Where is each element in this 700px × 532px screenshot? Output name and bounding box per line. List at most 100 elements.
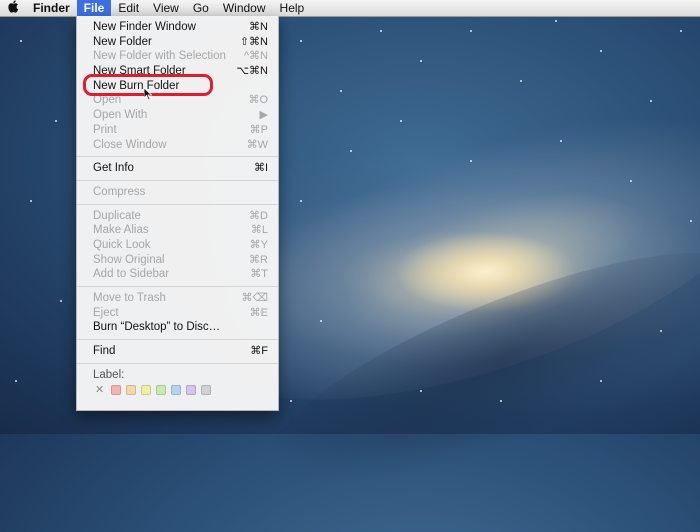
star — [680, 30, 682, 32]
x-icon[interactable]: ✕ — [95, 383, 104, 396]
menu-separator — [77, 179, 278, 181]
menu-item-make-alias: Make Alias ⌘L — [77, 223, 278, 238]
menu-item-shortcut: ⌘L — [250, 224, 268, 237]
menu-window[interactable]: Window — [216, 0, 273, 16]
star — [470, 160, 472, 162]
menu-separator — [77, 203, 278, 205]
menu-item-new-smart-folder[interactable]: New Smart Folder ⌥⌘N — [77, 64, 278, 79]
menu-item-label: New Folder with Selection — [93, 50, 226, 63]
star — [320, 320, 322, 322]
menu-item-shortcut: ⌘P — [249, 123, 268, 136]
menu-item-print: Print ⌘P — [77, 123, 278, 138]
star — [520, 80, 522, 82]
menu-finder[interactable]: Finder — [26, 0, 77, 16]
menu-item-label: Add to Sidebar — [93, 268, 170, 281]
star — [600, 380, 602, 382]
star — [400, 120, 402, 122]
label-color-swatch[interactable] — [111, 384, 122, 395]
menu-item-open: Open ⌘O — [77, 93, 278, 108]
menu-item-label: Close Window — [93, 138, 167, 151]
menu-item-compress: Compress — [77, 185, 278, 200]
star — [20, 40, 22, 42]
menu-view[interactable]: View — [146, 0, 186, 16]
menu-item-add-to-sidebar: Add to Sidebar ⌘T — [77, 267, 278, 282]
label-color-swatch[interactable] — [201, 384, 212, 395]
menu-item-shortcut: ⌘T — [250, 268, 268, 281]
star — [350, 150, 352, 152]
menu-separator — [77, 362, 278, 364]
menu-item-shortcut: ⌘O — [248, 94, 268, 107]
menu-item-label: New Finder Window — [93, 21, 196, 33]
star — [340, 90, 342, 92]
menu-item-label: Get Info — [93, 162, 134, 175]
menu-item-shortcut: ⌘D — [249, 209, 268, 222]
menu-item-shortcut: ⌘I — [253, 162, 268, 175]
menu-item-move-to-trash: Move to Trash ⌘⌫ — [77, 291, 278, 306]
label-color-swatch[interactable] — [186, 384, 197, 395]
star — [300, 200, 302, 202]
menu-item-new-burn-folder[interactable]: New Burn Folder — [77, 79, 278, 94]
menu-item-new-finder-window[interactable]: New Finder Window ⌘N — [77, 20, 278, 35]
menu-separator — [77, 156, 278, 158]
menu-item-label: Compress — [93, 185, 146, 198]
mouse-cursor-icon — [144, 88, 152, 100]
star — [420, 390, 422, 392]
menu-item-label: Make Alias — [93, 224, 149, 237]
menu-item-label: Show Original — [93, 253, 165, 266]
label-color-swatch[interactable] — [156, 384, 167, 395]
star — [560, 140, 562, 142]
label-color-picker: ✕ — [77, 382, 278, 398]
star — [420, 60, 422, 62]
menu-item-shortcut: ⌘W — [246, 138, 268, 151]
menu-item-shortcut: ⌘N — [249, 21, 268, 33]
menu-item-shortcut: ▶ — [259, 109, 268, 122]
menu-item-shortcut: ⇧⌘N — [239, 35, 268, 48]
star — [380, 30, 382, 32]
menu-item-shortcut: ⌘R — [249, 253, 268, 266]
label-color-swatch[interactable] — [171, 384, 182, 395]
star — [660, 330, 662, 332]
menu-item-find[interactable]: Find ⌘F — [77, 344, 278, 359]
label-color-swatch[interactable] — [126, 384, 137, 395]
menu-item-open-with: Open With ▶ — [77, 108, 278, 123]
apple-logo-icon[interactable] — [0, 0, 26, 16]
menu-item-shortcut: ⌘⌫ — [241, 292, 268, 304]
star — [290, 400, 292, 402]
star — [650, 100, 652, 102]
menu-item-shortcut: ⌘E — [249, 306, 268, 319]
menu-item-new-folder-with-selection: New Folder with Selection ^⌘N — [77, 49, 278, 64]
file-menu-dropdown: New Finder Window ⌘N New Folder ⇧⌘N New Fold… — [76, 16, 279, 411]
menu-item-label: Quick Look — [93, 238, 151, 251]
star — [600, 50, 602, 52]
menu-edit[interactable]: Edit — [111, 0, 146, 16]
star — [300, 40, 302, 42]
menu-item-duplicate: Duplicate ⌘D — [77, 209, 278, 224]
menu-item-label: Print — [93, 123, 117, 136]
menu-item-label: Eject — [93, 306, 119, 319]
label-color-swatch[interactable] — [141, 384, 152, 395]
star — [690, 220, 692, 222]
menu-item-show-original: Show Original ⌘R — [77, 253, 278, 268]
star — [30, 200, 32, 202]
menu-item-label: Move to Trash — [93, 292, 166, 304]
menu-bar: Finder File Edit View Go Window Help — [0, 0, 700, 17]
menu-item-shortcut: ⌘Y — [249, 238, 268, 251]
label-heading: Label: — [93, 368, 125, 381]
menu-item-burn-desktop-to-disc[interactable]: Burn “Desktop” to Disc… — [77, 320, 278, 335]
star — [555, 20, 557, 22]
menu-item-new-folder[interactable]: New Folder ⇧⌘N — [77, 35, 278, 50]
menu-separator — [77, 286, 278, 287]
menu-item-label: New Burn Folder — [93, 79, 180, 92]
menu-item-label: New Smart Folder — [93, 65, 186, 78]
menu-file[interactable]: File — [76, 0, 112, 16]
menu-item-eject: Eject ⌘E — [77, 306, 278, 321]
menu-go[interactable]: Go — [186, 0, 216, 16]
menu-item-shortcut: ⌥⌘N — [236, 65, 268, 78]
menu-item-label: New Folder — [93, 35, 152, 48]
menu-item-shortcut: ^⌘N — [243, 50, 268, 63]
menu-item-get-info[interactable]: Get Info ⌘I — [77, 161, 278, 176]
menu-item-label: Open — [93, 94, 122, 107]
menu-item-quick-look: Quick Look ⌘Y — [77, 238, 278, 253]
menu-help[interactable]: Help — [273, 0, 312, 16]
menu-item-shortcut: ⌘F — [250, 345, 268, 358]
